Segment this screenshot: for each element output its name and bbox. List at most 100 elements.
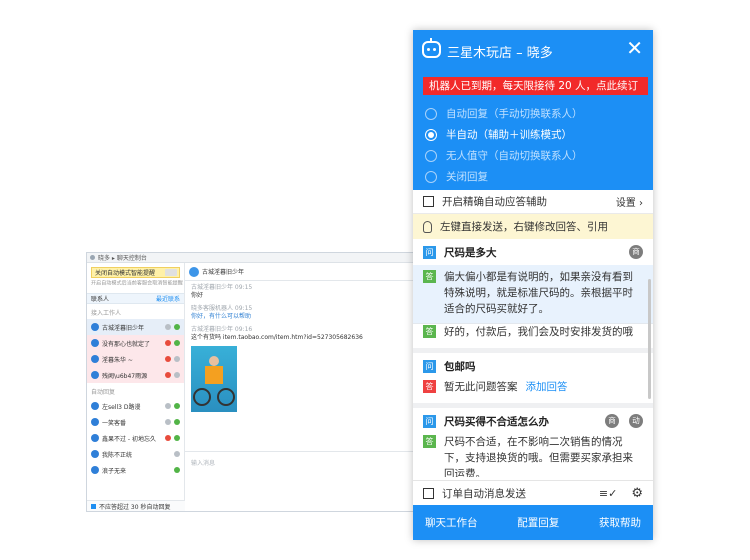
bg-auto-reminder-bar[interactable]: 关闭自动模式智能提醒 <box>91 267 180 278</box>
background-chat-window: 晓多 ▸ 聊天控制台 关闭自动模式智能提醒 开启自动模式后当前客服会取消智能提醒… <box>86 252 416 512</box>
bg-contact-list-bottom: 左sell3 D路漫一笑客番鑫果不过 - 初地忘久 我陈不正统浪子无来 <box>87 398 184 478</box>
answer-tag: 答 <box>423 380 436 393</box>
get-help-button[interactable]: 获取帮助 <box>599 515 641 530</box>
precise-auto-reply-label: 开启精确自动应答辅助 <box>442 196 547 208</box>
contact-name: 残阙\u6b47雨源 <box>102 372 148 380</box>
avatar <box>91 450 99 458</box>
message-meta: 古城淫暮旧少年 09:15 <box>191 284 253 291</box>
list-item[interactable]: 我陈不正统 <box>87 446 184 462</box>
radio-icon[interactable] <box>425 170 437 183</box>
highlighted-answer[interactable]: 答偏大偏小都是有说明的，如果亲没有看到特殊说明，就是标准尺码的。亲根据平时适合的… <box>413 265 653 324</box>
radio-icon[interactable] <box>425 128 437 141</box>
toggle-switch-icon[interactable] <box>165 269 177 276</box>
checkbox-icon[interactable] <box>91 503 96 509</box>
list-item[interactable]: 没有那心也就定了 <box>87 335 184 351</box>
no-answer-row: 答暂无此问题答案 添加回答 <box>423 379 643 395</box>
question-text: 尺码是多大 <box>444 247 497 259</box>
scrollbar[interactable] <box>648 279 651 399</box>
chat-workbench-button[interactable]: 聊天工作台 <box>425 515 478 530</box>
tab-contacts[interactable]: 联系人 <box>91 294 109 303</box>
checkbox-icon[interactable] <box>423 487 434 499</box>
reply-mode-option[interactable]: 关闭回复 <box>425 166 583 187</box>
reply-mode-group: 自动回复（手动切换联系人） 半自动（辅助＋训练模式） 无人值守（自动切换联系人） 关闭… <box>425 103 583 187</box>
message-text[interactable]: 这个有货吗 item.taobao.com/item.htm?id=527305… <box>191 334 409 342</box>
bg-note: 开启自动模式后当前客服会取消智能提醒 <box>91 280 183 286</box>
radio-icon[interactable] <box>425 149 437 162</box>
avatar <box>189 266 199 277</box>
no-answer-label: 暂无此问题答案 <box>444 381 518 393</box>
checkbox-icon[interactable] <box>423 196 434 207</box>
status-badge <box>165 340 171 346</box>
contact-name: 左sell3 D路漫 <box>102 403 141 411</box>
reply-mode-label: 自动回复（手动切换联系人） <box>446 108 583 120</box>
expiry-warning-banner[interactable]: 机器人已到期，每天限接待 20 人，点此续订 <box>423 77 648 95</box>
product-photo[interactable] <box>191 346 237 412</box>
reply-mode-label: 无人值守（自动切换联系人） <box>446 150 583 162</box>
reply-mode-option[interactable]: 半自动（辅助＋训练模式） <box>425 124 583 145</box>
bg-message-list: 古城淫暮旧少年 09:15 你好 晓多客服机器人 09:15 你好，有什么可以帮助 古城… <box>185 281 415 344</box>
qa-card: 问尺码是多大 商答偏大偏小都是有说明的，如果亲没有看到特殊说明，就是标准尺码的。亲… <box>413 239 653 353</box>
reply-mode-option[interactable]: 无人值守（自动切换联系人） <box>425 145 583 166</box>
status-badge <box>174 467 180 473</box>
qa-list: 问尺码是多大商答偏大偏小都是有说明的，如果亲没有看到特殊说明，就是标准尺码的。亲… <box>413 239 653 477</box>
list-item[interactable]: 古城淫暮旧少年 <box>87 319 184 335</box>
status-badge <box>174 324 180 330</box>
bg-message-input[interactable]: 输入消息 <box>185 451 415 511</box>
answer-row[interactable]: 答好的，付款后，我们会及时安排发货的哦 <box>423 324 643 340</box>
order-auto-send-row[interactable]: 订单自动消息发送 ≡✓ ⚙ <box>413 480 653 505</box>
app-logo-icon <box>90 255 95 260</box>
reply-mode-option[interactable]: 自动回复（手动切换联系人） <box>425 103 583 124</box>
list-item[interactable]: 左sell3 D路漫 <box>87 398 184 414</box>
question-row[interactable]: 问包邮吗 <box>423 359 643 375</box>
list-item[interactable]: 鑫果不过 - 初地忘久 <box>87 430 184 446</box>
status-badge <box>165 372 171 378</box>
message: 古城淫暮旧少年 09:16 这个有货吗 item.taobao.com/item.… <box>185 323 415 344</box>
answer-row[interactable]: 答尺码不合适，在不影响二次销售的情况下，支持退换货的哦。但需要买家承担来回运费。 <box>423 434 643 477</box>
close-icon[interactable]: ✕ <box>626 38 643 58</box>
bg-chat-panel: 古城淫暮旧少年 古城淫暮旧少年 09:15 你好 晓多客服机器人 09:15 你好，有… <box>185 263 415 511</box>
avatar <box>91 434 99 442</box>
source-badge: 商 <box>629 245 643 259</box>
status-badge <box>165 356 171 362</box>
list-item[interactable]: 一笑客番 <box>87 414 184 430</box>
answer-text: 尺码不合适，在不影响二次销售的情况下，支持退换货的哦。但需要买家承担来回运费。 <box>444 436 633 477</box>
add-answer-link[interactable]: 添加回答 <box>526 381 568 393</box>
bg-contact-panel: 关闭自动模式智能提醒 开启自动模式后当前客服会取消智能提醒 联系人 最近联系 接… <box>87 263 185 511</box>
bg-section-auto: 自动回复 <box>91 389 116 396</box>
contact-name: 我陈不正统 <box>102 451 133 459</box>
question-text: 包邮吗 <box>444 361 476 373</box>
question-row[interactable]: 问尺码买得不合适怎么办 商动 <box>423 414 643 430</box>
gear-icon[interactable]: ⚙ <box>631 486 643 501</box>
reply-mode-label: 关闭回复 <box>446 171 488 183</box>
configure-reply-button[interactable]: 配置回复 <box>517 515 559 530</box>
settings-link[interactable]: 设置 › <box>616 194 643 209</box>
question-tag: 问 <box>423 246 436 259</box>
bg-footer[interactable]: 不应答超过 30 秒自动回复 <box>87 500 185 511</box>
answer-text: 好的，付款后，我们会及时安排发货的哦 <box>444 326 633 338</box>
radio-icon[interactable] <box>425 107 437 120</box>
avatar <box>91 323 99 331</box>
list-item[interactable]: 残阙\u6b47雨源 <box>87 367 184 383</box>
contact-name: 鑫果不过 - 初地忘久 <box>102 435 156 443</box>
question-row[interactable]: 问尺码是多大 商 <box>423 245 643 261</box>
bg-title-bar: 晓多 ▸ 聊天控制台 <box>87 253 415 263</box>
list-check-icon[interactable]: ≡✓ <box>599 487 617 500</box>
bg-chat-header: 古城淫暮旧少年 <box>185 263 415 281</box>
list-item[interactable]: 淫暮朱华 ~ <box>87 351 184 367</box>
status-badge <box>165 419 171 425</box>
reply-mode-label: 半自动（辅助＋训练模式） <box>446 129 572 141</box>
status-badge <box>174 340 180 346</box>
bg-tabs: 联系人 最近联系 <box>87 293 184 304</box>
list-item[interactable]: 浪子无来 <box>87 462 184 478</box>
question-tag: 问 <box>423 360 436 373</box>
popup-header: 三星木玩店 – 晓多 ✕ 机器人已到期，每天限接待 20 人，点此续订 自动回复… <box>413 30 653 190</box>
precise-auto-reply-row[interactable]: 开启精确自动应答辅助 设置 › <box>413 190 653 214</box>
tab-recent[interactable]: 最近联系 <box>156 294 180 303</box>
status-badge <box>165 403 171 409</box>
bg-auto-reminder-label: 关闭自动模式智能提醒 <box>95 270 156 277</box>
message-meta: 晓多客服机器人 09:15 <box>191 305 253 312</box>
answer-tag: 答 <box>423 325 436 338</box>
answer-row[interactable]: 答偏大偏小都是有说明的，如果亲没有看到特殊说明，就是标准尺码的。亲根据平时适合的… <box>423 269 643 317</box>
bg-input-placeholder: 输入消息 <box>191 460 216 467</box>
avatar <box>91 466 99 474</box>
